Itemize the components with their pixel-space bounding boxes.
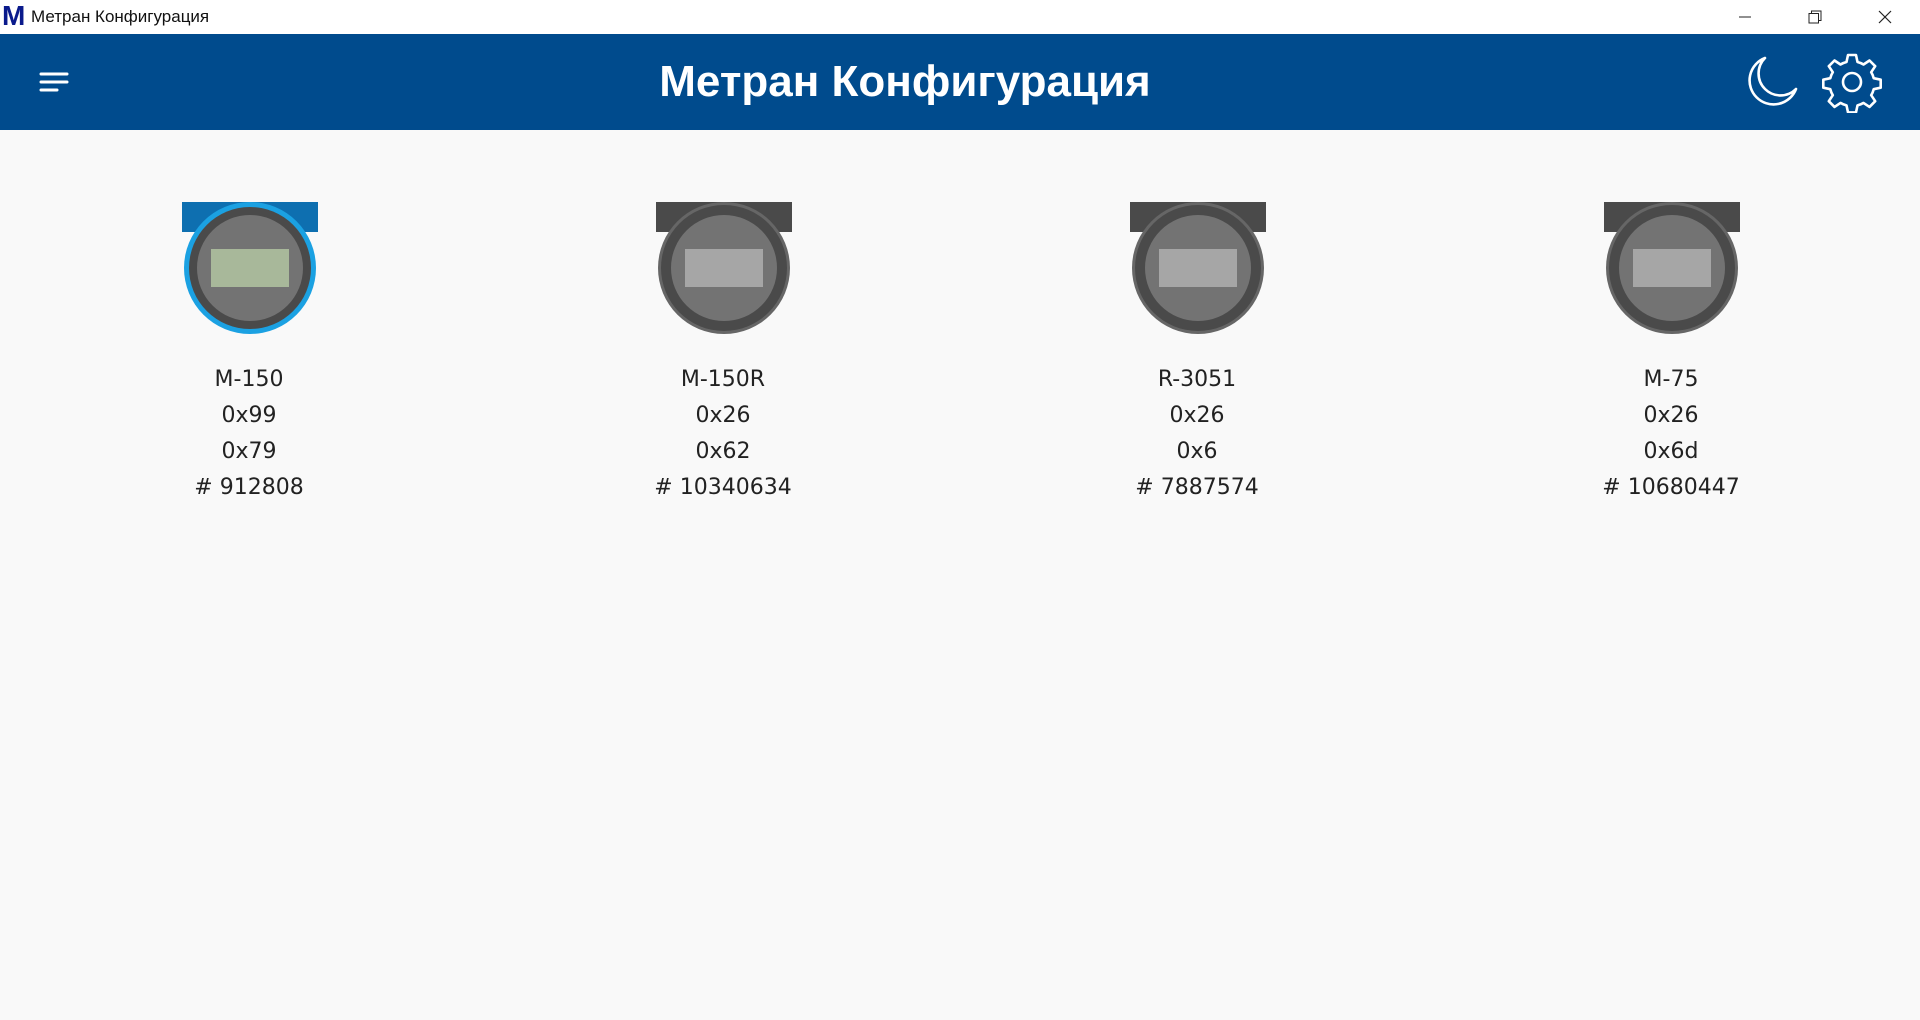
transmitter-icon: [182, 202, 318, 334]
device-info: M-150R 0x26 0x62 # 10340634: [603, 362, 843, 506]
device-model: M-150: [214, 367, 284, 392]
minimize-icon: [1739, 16, 1751, 18]
device-code-1: 0x26: [1643, 403, 1699, 428]
gear-icon: [1822, 53, 1882, 113]
device-card[interactable]: M-150 0x99 0x79 # 912808: [129, 190, 369, 510]
settings-button[interactable]: [1820, 50, 1884, 114]
device-info: M-75 0x26 0x6d # 10680447: [1551, 362, 1791, 506]
device-serial: # 10680447: [1602, 475, 1740, 500]
close-button[interactable]: [1850, 0, 1920, 34]
device-card[interactable]: M-75 0x26 0x6d # 10680447: [1551, 190, 1791, 510]
device-code-2: 0x62: [695, 439, 751, 464]
transmitter-icon: [656, 202, 792, 334]
device-code-2: 0x6: [1176, 439, 1218, 464]
device-model: R-3051: [1157, 367, 1237, 392]
device-serial: # 10340634: [654, 475, 792, 500]
device-serial: # 912808: [194, 475, 304, 500]
restore-button[interactable]: [1780, 0, 1850, 34]
transmitter-icon: [1130, 202, 1266, 334]
transmitter-icon: [1604, 202, 1740, 334]
device-serial: # 7887574: [1135, 475, 1259, 500]
device-code-1: 0x99: [221, 403, 277, 428]
window-titlebar: M Метран Конфигурация: [0, 0, 1920, 34]
window-title: Метран Конфигурация: [31, 7, 210, 26]
theme-toggle-button[interactable]: [1738, 50, 1802, 114]
app-header: Метран Конфигурация: [0, 34, 1920, 130]
device-card[interactable]: R-3051 0x26 0x6 # 7887574: [1077, 190, 1317, 510]
moon-icon: [1748, 56, 1798, 106]
minimize-button[interactable]: [1710, 0, 1780, 34]
device-code-2: 0x79: [221, 439, 277, 464]
device-info: M-150 0x99 0x79 # 912808: [129, 362, 369, 506]
device-model: M-75: [1643, 367, 1699, 392]
device-card[interactable]: M-150R 0x26 0x62 # 10340634: [603, 190, 843, 510]
restore-icon: [1808, 10, 1822, 24]
device-code-1: 0x26: [1169, 403, 1225, 428]
device-code-2: 0x6d: [1643, 439, 1699, 464]
device-code-1: 0x26: [695, 403, 751, 428]
app-logo: M: [2, 0, 26, 31]
close-icon: [1878, 10, 1892, 24]
device-model: M-150R: [680, 367, 766, 392]
device-info: R-3051 0x26 0x6 # 7887574: [1077, 362, 1317, 506]
page-title: Метран Конфигурация: [659, 57, 1151, 106]
